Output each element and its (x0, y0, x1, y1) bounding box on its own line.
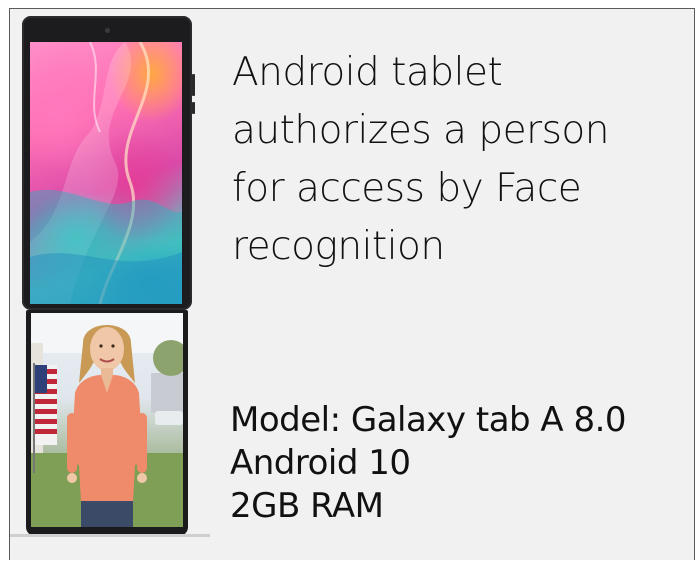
person-face-camera-image (26, 310, 188, 536)
tablet-wallpaper-image (22, 16, 195, 310)
spec-os: Android 10 (230, 443, 411, 483)
title-line: Android tablet (232, 50, 503, 95)
wallpaper-waves (30, 42, 182, 304)
volume-button (192, 74, 195, 96)
spec-model: Model: Galaxy tab A 8.0 (230, 400, 627, 440)
spec-ram: 2GB RAM (230, 486, 384, 526)
tablet-screen-person (31, 313, 183, 527)
power-button (192, 102, 195, 114)
title-line: authorizes a person (232, 108, 610, 153)
person-scene (31, 313, 183, 527)
camera-dot (105, 28, 110, 33)
title-line: recognition (232, 224, 445, 269)
title-line: for access by Face (232, 166, 582, 211)
slide-title: Android tablet authorizes a person for a… (232, 44, 672, 276)
bottom-shadow (10, 534, 210, 537)
tablet-screen-wallpaper (30, 42, 182, 304)
device-specs: Model: Galaxy tab A 8.0 Android 10 2GB R… (230, 399, 680, 528)
